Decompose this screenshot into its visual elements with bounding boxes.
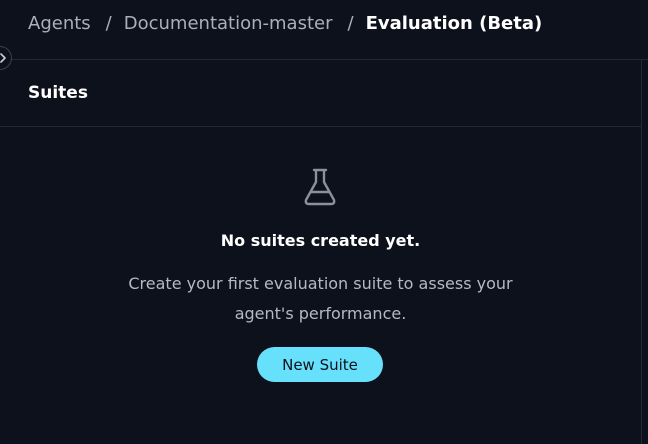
flask-icon	[304, 168, 336, 206]
section-title: Suites	[28, 83, 88, 103]
new-suite-button[interactable]: New Suite	[257, 347, 383, 382]
breadcrumb-separator: /	[105, 12, 112, 34]
empty-state-description: Create your first evaluation suite to as…	[128, 274, 513, 323]
empty-state: No suites created yet. Create your first…	[0, 127, 641, 444]
app-window: Agents / Documentation-master / Evaluati…	[0, 0, 648, 444]
breadcrumb-separator: /	[347, 12, 354, 34]
panel-divider	[641, 60, 642, 444]
suites-header: Suites	[0, 61, 641, 127]
breadcrumb-agents[interactable]: Agents	[28, 13, 91, 34]
breadcrumb-current-page: Evaluation (Beta)	[365, 12, 543, 34]
breadcrumb-agent-name[interactable]: Documentation-master	[124, 13, 333, 34]
empty-state-title: No suites created yet.	[220, 231, 421, 250]
page-header: Agents / Documentation-master / Evaluati…	[0, 0, 648, 60]
breadcrumb: Agents / Documentation-master / Evaluati…	[28, 10, 542, 36]
